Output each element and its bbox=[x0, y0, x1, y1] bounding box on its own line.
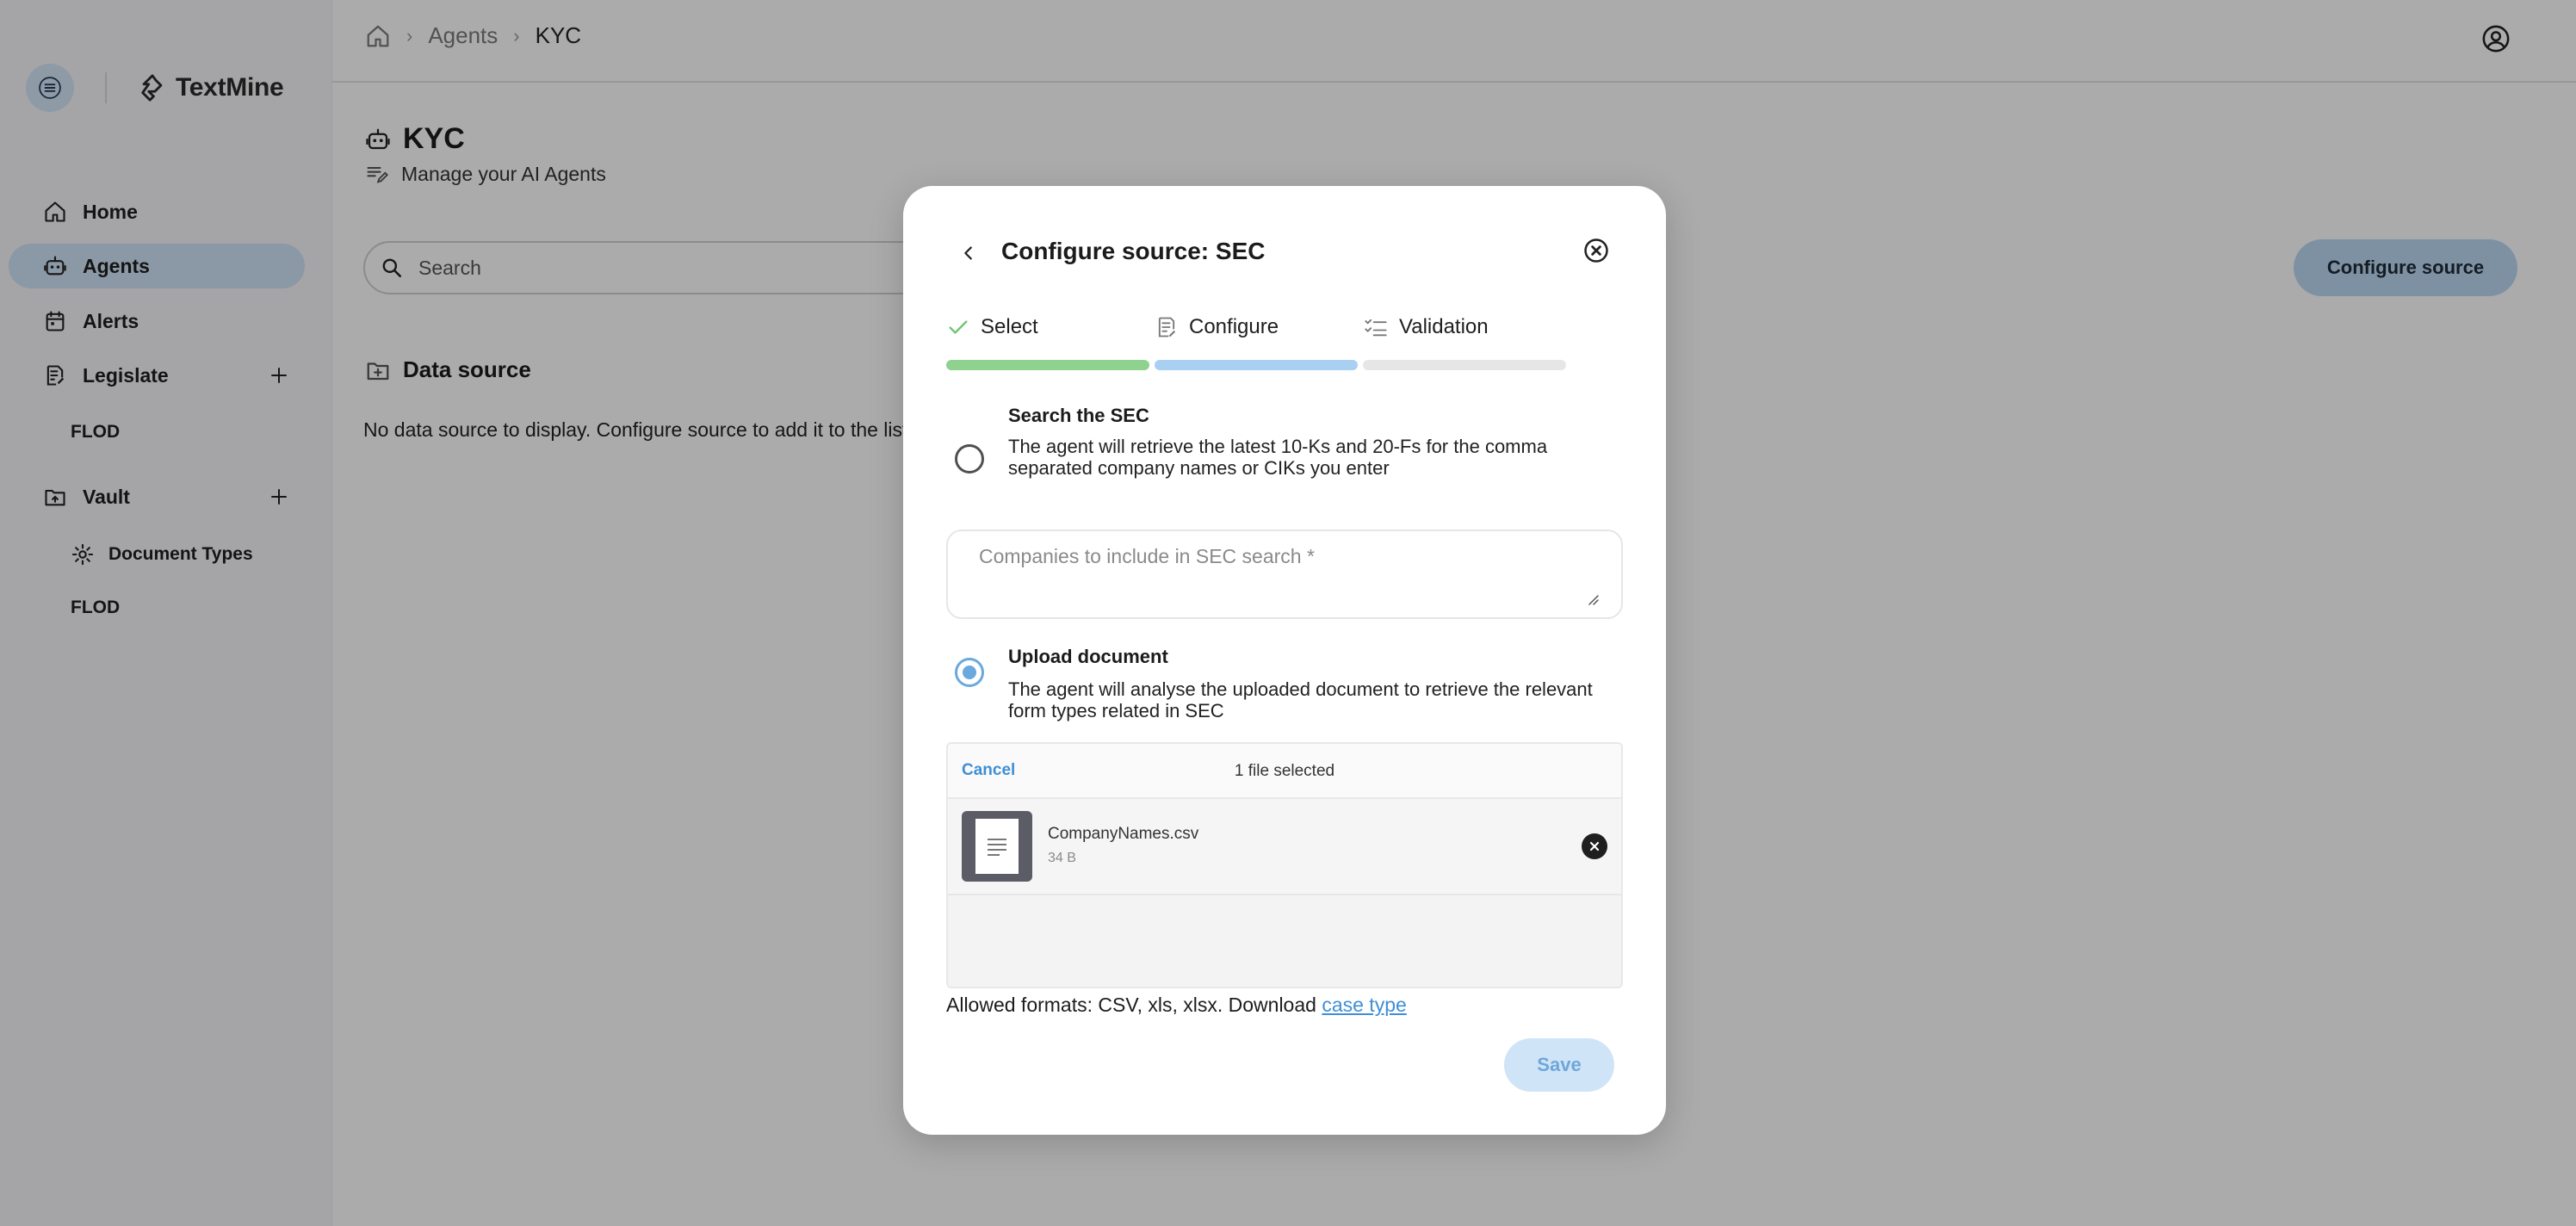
close-dialog-button[interactable] bbox=[1582, 236, 1611, 265]
upload-panel: 1 file selected Cancel CompanyNames.csv … bbox=[946, 742, 1623, 988]
companies-field bbox=[946, 529, 1623, 619]
step-label: Validation bbox=[1399, 315, 1489, 338]
option-description: The agent will retrieve the latest 10-Ks… bbox=[1008, 436, 1548, 479]
step-validation: Validation bbox=[1363, 312, 1566, 370]
save-button[interactable]: Save bbox=[1504, 1038, 1614, 1092]
selected-file-count: 1 file selected bbox=[1234, 762, 1335, 780]
stepper: Select Configure Validation bbox=[946, 312, 1575, 372]
file-name: CompanyNames.csv bbox=[1048, 825, 1199, 843]
step-progress-bar bbox=[946, 360, 1149, 370]
remove-file-button[interactable] bbox=[1582, 833, 1607, 859]
option-description: The agent will analyse the uploaded docu… bbox=[1008, 678, 1593, 721]
radio-upload-document[interactable] bbox=[955, 658, 984, 687]
option-search-sec[interactable]: Search the SEC The agent will retrieve t… bbox=[955, 405, 1609, 491]
step-progress-bar bbox=[1363, 360, 1566, 370]
option-upload-document[interactable]: Upload document The agent will analyse t… bbox=[955, 646, 1609, 732]
step-configure: Configure bbox=[1155, 312, 1358, 370]
step-select: Select bbox=[946, 312, 1149, 370]
back-button[interactable] bbox=[955, 239, 982, 267]
option-title: Upload document bbox=[1008, 646, 1168, 667]
radio-search-sec[interactable] bbox=[955, 444, 984, 474]
option-title: Search the SEC bbox=[1008, 405, 1149, 426]
file-size: 34 B bbox=[1048, 851, 1076, 865]
upload-header: 1 file selected Cancel bbox=[948, 744, 1621, 799]
chevron-left-icon bbox=[964, 246, 972, 260]
document-icon bbox=[975, 819, 1019, 874]
allowed-formats-text: Allowed formats: CSV, xls, xlsx. Downloa… bbox=[946, 994, 1316, 1016]
step-progress-bar bbox=[1155, 360, 1358, 370]
checklist-icon bbox=[1365, 319, 1387, 337]
configure-source-dialog: Configure source: SEC Select Configure V… bbox=[903, 186, 1666, 1135]
file-item: CompanyNames.csv 34 B bbox=[948, 799, 1621, 895]
file-thumbnail bbox=[962, 811, 1032, 882]
document-edit-icon bbox=[1158, 317, 1176, 337]
close-circle-icon bbox=[1584, 238, 1608, 263]
close-icon bbox=[1589, 841, 1600, 851]
app-root: TextMine Home Agents Alerts Legislate FL… bbox=[0, 0, 2576, 1226]
step-label: Select bbox=[981, 315, 1038, 338]
case-type-link[interactable]: case type bbox=[1322, 994, 1406, 1016]
step-label: Configure bbox=[1189, 315, 1279, 338]
dialog-title: Configure source: SEC bbox=[1001, 238, 1266, 264]
cancel-upload-button[interactable]: Cancel bbox=[962, 761, 1015, 780]
companies-input[interactable] bbox=[979, 545, 1599, 605]
allowed-formats: Allowed formats: CSV, xls, xlsx. Downloa… bbox=[946, 994, 1407, 1017]
check-icon bbox=[949, 320, 968, 334]
resize-handle-icon[interactable] bbox=[1585, 591, 1599, 605]
